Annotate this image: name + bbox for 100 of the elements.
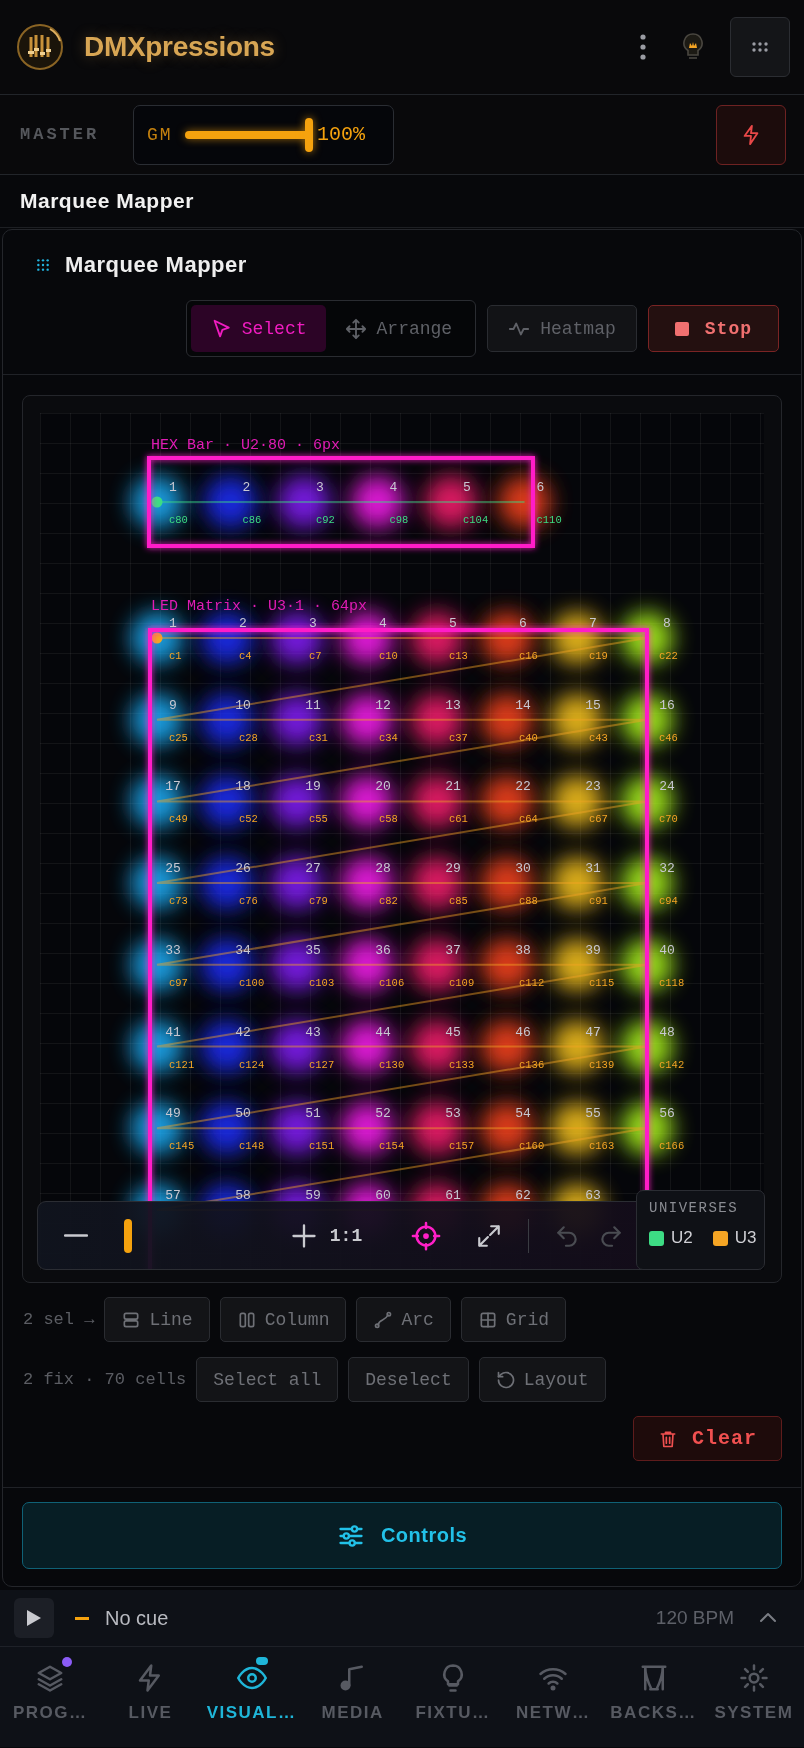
nav-tab[interactable]: LIVE [100,1647,201,1747]
channel-label: c58 [379,813,398,826]
channel-label: c1 [169,650,182,662]
nav-tab[interactable]: VISUAL… [200,1647,303,1747]
heatmap-button[interactable]: Heatmap [487,305,637,352]
arrange-button[interactable]: Column [219,1297,347,1342]
stop-button[interactable]: Stop [647,305,779,352]
pixel-number: 45 [445,1024,461,1040]
channel-label: c22 [659,650,678,662]
pixel-number: 25 [165,861,181,877]
channel-label: c79 [309,895,328,908]
channel-label: c154 [379,1140,405,1153]
channel-label: c40 [519,731,538,744]
actual-size-button[interactable]: 1:1 [324,1215,368,1256]
channel-label: c31 [309,731,328,744]
pixel-number: 53 [445,1106,461,1122]
pixel-number: 55 [585,1106,601,1122]
master-label: MASTER [20,125,101,144]
channel-label: c136 [519,1058,545,1071]
more-icon[interactable] [640,34,646,60]
pixel-glow [201,612,253,664]
page-title: Marquee Mapper [20,189,194,213]
universe-label: U3 [734,1228,757,1248]
minus-icon [64,1234,88,1237]
channel-label: c70 [659,813,678,826]
pixel-number: 46 [515,1024,531,1040]
move-icon [344,317,367,340]
pixel-number: 42 [235,1024,251,1040]
universe-label: U2 [671,1228,693,1248]
pixel-number: 54 [515,1106,531,1122]
channel-label: c37 [449,731,468,744]
channel-label: c88 [519,895,538,908]
selection-button[interactable]: Select all [196,1357,339,1402]
channel-label: c124 [239,1058,265,1071]
pixel-number: 27 [305,861,321,877]
selection-button[interactable]: Layout [478,1357,606,1402]
pixel-number: 4 [389,480,398,495]
bulb-icon[interactable] [682,32,704,62]
channel-label: c34 [379,731,398,744]
active-indicator [255,1657,268,1665]
nav-tab[interactable]: MEDIA [302,1647,403,1747]
channel-label: c103 [309,976,335,989]
pixel-number: 5 [449,616,457,631]
channel-label: c92 [316,514,335,526]
flash-button[interactable] [716,104,786,165]
arrange-button[interactable]: Arc [356,1297,451,1342]
pixel-number: 62 [515,1187,531,1203]
selection-button[interactable]: Deselect [348,1357,469,1402]
pixel-number: 56 [659,1106,675,1122]
mode-tab[interactable]: Select [190,305,326,352]
nav-tab[interactable]: PROG… [0,1647,101,1747]
pixel-number: 48 [659,1024,675,1040]
channel-label: c80 [169,514,188,526]
slider-thumb[interactable] [305,117,313,152]
nav-tab[interactable]: BACKS… [603,1647,704,1747]
arrange-button[interactable]: Line [104,1297,210,1342]
pixel-number: 30 [515,861,531,877]
channel-label: c16 [519,650,538,662]
pixel-number: 60 [375,1187,391,1203]
arrange-button[interactable]: Grid [460,1297,567,1342]
channel-label: c166 [659,1140,685,1153]
channel-label: c67 [589,813,608,826]
legend-title: UNIVERSES [649,1200,740,1216]
pixel-number: 40 [659,942,675,958]
channel-label: c109 [449,976,475,989]
pixel-number: 47 [585,1024,601,1040]
master-slider[interactable] [185,117,313,152]
pixel-number: 34 [235,942,251,958]
channel-label: c145 [169,1140,195,1153]
channel-label: c52 [239,813,258,826]
pixel-number: 9 [169,697,177,713]
play-button[interactable] [14,1598,54,1638]
pixel-number: 18 [235,779,251,795]
nav-tab[interactable]: NETW… [503,1647,604,1747]
pixel-number: 23 [585,779,601,795]
mode-tab[interactable]: Arrange [325,305,472,352]
channel-label: c121 [169,1058,195,1071]
pixel-number: 29 [445,861,461,877]
dots-grid-icon [751,42,769,52]
fixture-label: LED Matrix · U3·1 · 64px [151,598,368,615]
nav-tab[interactable]: SYSTEM [703,1647,804,1747]
pixel-number: 20 [375,779,391,795]
controls-button[interactable]: Controls [22,1502,782,1569]
pixel-number: 13 [445,697,461,713]
channel-label: c10 [379,650,398,662]
tempo-reading: 120 BPM [655,1607,734,1629]
pixel-number: 21 [445,779,461,795]
pixel-number: 51 [305,1106,321,1122]
play-icon [25,1608,43,1628]
clear-button[interactable]: Clear [633,1416,782,1461]
pixel-number: 41 [165,1024,181,1040]
fixture-outline[interactable] [147,456,535,548]
channel-label: c104 [463,514,489,526]
nav-tab[interactable]: FIXTU… [402,1647,504,1747]
channel-label: c85 [449,895,468,908]
pixel-number: 12 [375,697,391,713]
expand-icon [476,1222,502,1249]
zoom-thumb[interactable] [123,1218,132,1253]
pixel-number: 3 [309,616,317,631]
channel-label: c76 [239,895,258,908]
